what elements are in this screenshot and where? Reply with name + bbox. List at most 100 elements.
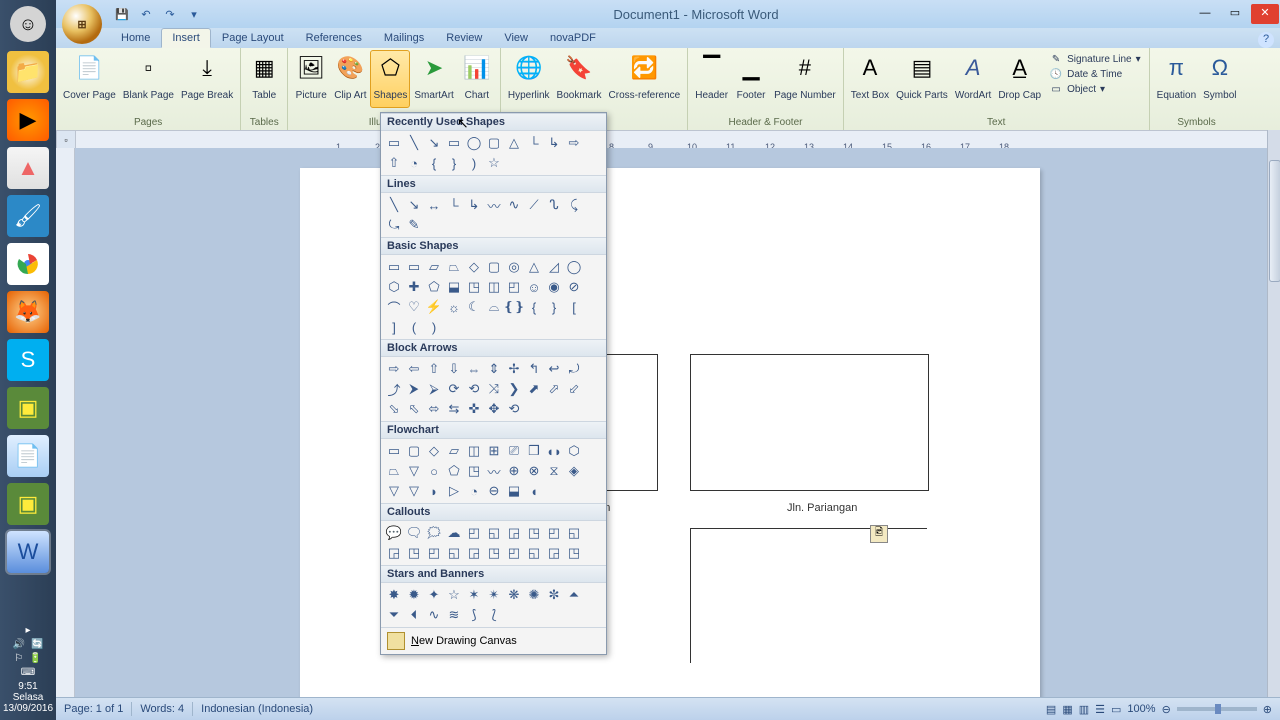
flow-man-icon[interactable]: ⏢: [384, 461, 404, 481]
banner-wave-icon[interactable]: ∿: [424, 605, 444, 625]
flow-seq-icon[interactable]: ◔: [464, 481, 484, 501]
flow-sort-icon[interactable]: ◈: [564, 461, 584, 481]
basic-cross-icon[interactable]: ✚: [404, 277, 424, 297]
tray-expand-icon[interactable]: ▸: [25, 625, 30, 636]
line-connector2-icon[interactable]: ⤿: [384, 215, 404, 235]
line-free-icon[interactable]: ⟋: [524, 195, 544, 215]
page-break-button[interactable]: ⤓Page Break: [178, 50, 236, 108]
vertical-scrollbar[interactable]: [1267, 130, 1280, 698]
close-button[interactable]: ✕: [1251, 4, 1279, 24]
smartart-button[interactable]: ➤SmartArt: [411, 50, 456, 108]
basic-tri-icon[interactable]: △: [524, 257, 544, 277]
arrow-call6-icon[interactable]: ⇆: [444, 399, 464, 419]
basic-oval-icon[interactable]: ◯: [564, 257, 584, 277]
arrow-lr-icon[interactable]: ⇔: [464, 359, 484, 379]
tray-time[interactable]: 9:51: [0, 681, 56, 692]
callout-c1-icon[interactable]: ◰: [504, 543, 524, 563]
flow-data-icon[interactable]: ▱: [444, 441, 464, 461]
flow-term-icon[interactable]: ◖◗: [544, 441, 564, 461]
page-number-button[interactable]: #Page Number: [771, 50, 839, 108]
shape-arrowline-icon[interactable]: ↘: [424, 133, 444, 153]
taskbar-word[interactable]: W: [7, 531, 49, 573]
symbol-button[interactable]: ΩSymbol: [1200, 50, 1239, 108]
basic-lcurly-icon[interactable]: (: [404, 317, 424, 337]
shape-triangle-icon[interactable]: △: [504, 133, 524, 153]
arrow-curve-icon[interactable]: ⤾: [564, 359, 584, 379]
flow-tape-icon[interactable]: 〰: [484, 461, 504, 481]
line-connector1-icon[interactable]: ⤹: [564, 195, 584, 215]
shape-elbowarrow-icon[interactable]: ↳: [544, 133, 564, 153]
basic-rect-icon[interactable]: ▭: [404, 257, 424, 277]
basic-rcurly-icon[interactable]: ): [424, 317, 444, 337]
callout-cloud-icon[interactable]: ☁: [444, 523, 464, 543]
arrow-call5-icon[interactable]: ⬄: [424, 399, 444, 419]
arrow-call2-icon[interactable]: ⬃: [564, 379, 584, 399]
star-explode1-icon[interactable]: ✸: [384, 585, 404, 605]
shape-brace-r-icon[interactable]: }: [444, 153, 464, 173]
arrow-quad-icon[interactable]: ✢: [504, 359, 524, 379]
banner-scroll2-icon[interactable]: ⟅: [484, 605, 504, 625]
callout-l3-icon[interactable]: ◲: [504, 523, 524, 543]
blank-page-button[interactable]: ▫Blank Page: [120, 50, 177, 108]
flow-process-icon[interactable]: ▭: [384, 441, 404, 461]
taskbar-notepad[interactable]: 📄: [7, 435, 49, 477]
tab-references[interactable]: References: [295, 28, 373, 48]
signature-line-button[interactable]: ✎Signature Line ▾: [1049, 52, 1141, 66]
view-draft-icon[interactable]: ▭: [1111, 703, 1121, 716]
flow-coll-icon[interactable]: ⧖: [544, 461, 564, 481]
arrow-bentup-icon[interactable]: ⤴: [384, 379, 404, 399]
basic-lbracket-icon[interactable]: [: [564, 297, 584, 317]
flow-dec-icon[interactable]: ◇: [424, 441, 444, 461]
smart-tag-icon[interactable]: 🖻: [870, 525, 888, 543]
object-button[interactable]: ▭Object ▾: [1049, 82, 1141, 96]
basic-db-brace-icon[interactable]: ❴❵: [504, 297, 524, 317]
cover-page-button[interactable]: 📄Cover Page: [60, 50, 119, 108]
cross-reference-button[interactable]: 🔁Cross-reference: [606, 50, 684, 108]
line-curve2-icon[interactable]: ∿: [504, 195, 524, 215]
taskbar-vlc[interactable]: ▲: [7, 147, 49, 189]
flow-doc-icon[interactable]: ⎚: [504, 441, 524, 461]
flow-off-icon[interactable]: ⬠: [444, 461, 464, 481]
taskbar-paint[interactable]: 🖌: [7, 195, 49, 237]
basic-bolt-icon[interactable]: ⚡: [424, 297, 444, 317]
basic-ring-icon[interactable]: ◉: [544, 277, 564, 297]
picture-button[interactable]: 🖼Picture: [292, 50, 330, 108]
callout-a3-icon[interactable]: ◲: [464, 543, 484, 563]
arrow-left-icon[interactable]: ⇦: [404, 359, 424, 379]
flow-disp-icon[interactable]: ◖: [524, 481, 544, 501]
basic-fold-icon[interactable]: ◰: [504, 277, 524, 297]
header-button[interactable]: ▔Header: [692, 50, 731, 108]
basic-rbrace-icon[interactable]: }: [544, 297, 564, 317]
line-arrow-icon[interactable]: ↘: [404, 195, 424, 215]
arrow-x2-icon[interactable]: ✥: [484, 399, 504, 419]
line-double-icon[interactable]: ↔: [424, 195, 444, 215]
callout-rect-icon[interactable]: 💬: [384, 523, 404, 543]
arrow-split-icon[interactable]: ⤨: [484, 379, 504, 399]
flow-intern-icon[interactable]: ⊞: [484, 441, 504, 461]
line-scribble-icon[interactable]: ᔐ: [544, 195, 564, 215]
basic-arc2-icon[interactable]: ⌓: [484, 297, 504, 317]
arrow-notched-icon[interactable]: ⮚: [424, 379, 444, 399]
shape-callout-icon[interactable]: ◔: [404, 153, 424, 173]
callout-c2-icon[interactable]: ◱: [524, 543, 544, 563]
wordart-button[interactable]: AWordArt: [952, 50, 995, 108]
maximize-button[interactable]: ▭: [1221, 4, 1249, 24]
shape-textbox-icon[interactable]: ▭: [384, 133, 404, 153]
banner-scroll1-icon[interactable]: ⟆: [464, 605, 484, 625]
flow-disk-icon[interactable]: ⬓: [504, 481, 524, 501]
basic-sun-icon[interactable]: ☼: [444, 297, 464, 317]
equation-button[interactable]: πEquation: [1154, 50, 1199, 108]
basic-rbracket-icon[interactable]: ]: [384, 317, 404, 337]
basic-hex-icon[interactable]: ⬡: [384, 277, 404, 297]
basic-pent-icon[interactable]: ⬠: [424, 277, 444, 297]
callout-a2-icon[interactable]: ◱: [444, 543, 464, 563]
action-icon[interactable]: ⚐: [14, 653, 23, 664]
basic-round-icon[interactable]: ▢: [484, 257, 504, 277]
chart-button[interactable]: 📊Chart: [458, 50, 496, 108]
arrow-right-icon[interactable]: ⇨: [384, 359, 404, 379]
flow-prep-icon[interactable]: ⬡: [564, 441, 584, 461]
user-avatar[interactable]: ☺: [10, 6, 46, 42]
basic-rtri-icon[interactable]: ◿: [544, 257, 564, 277]
star-24-icon[interactable]: ✺: [524, 585, 544, 605]
callout-l4-icon[interactable]: ◳: [524, 523, 544, 543]
